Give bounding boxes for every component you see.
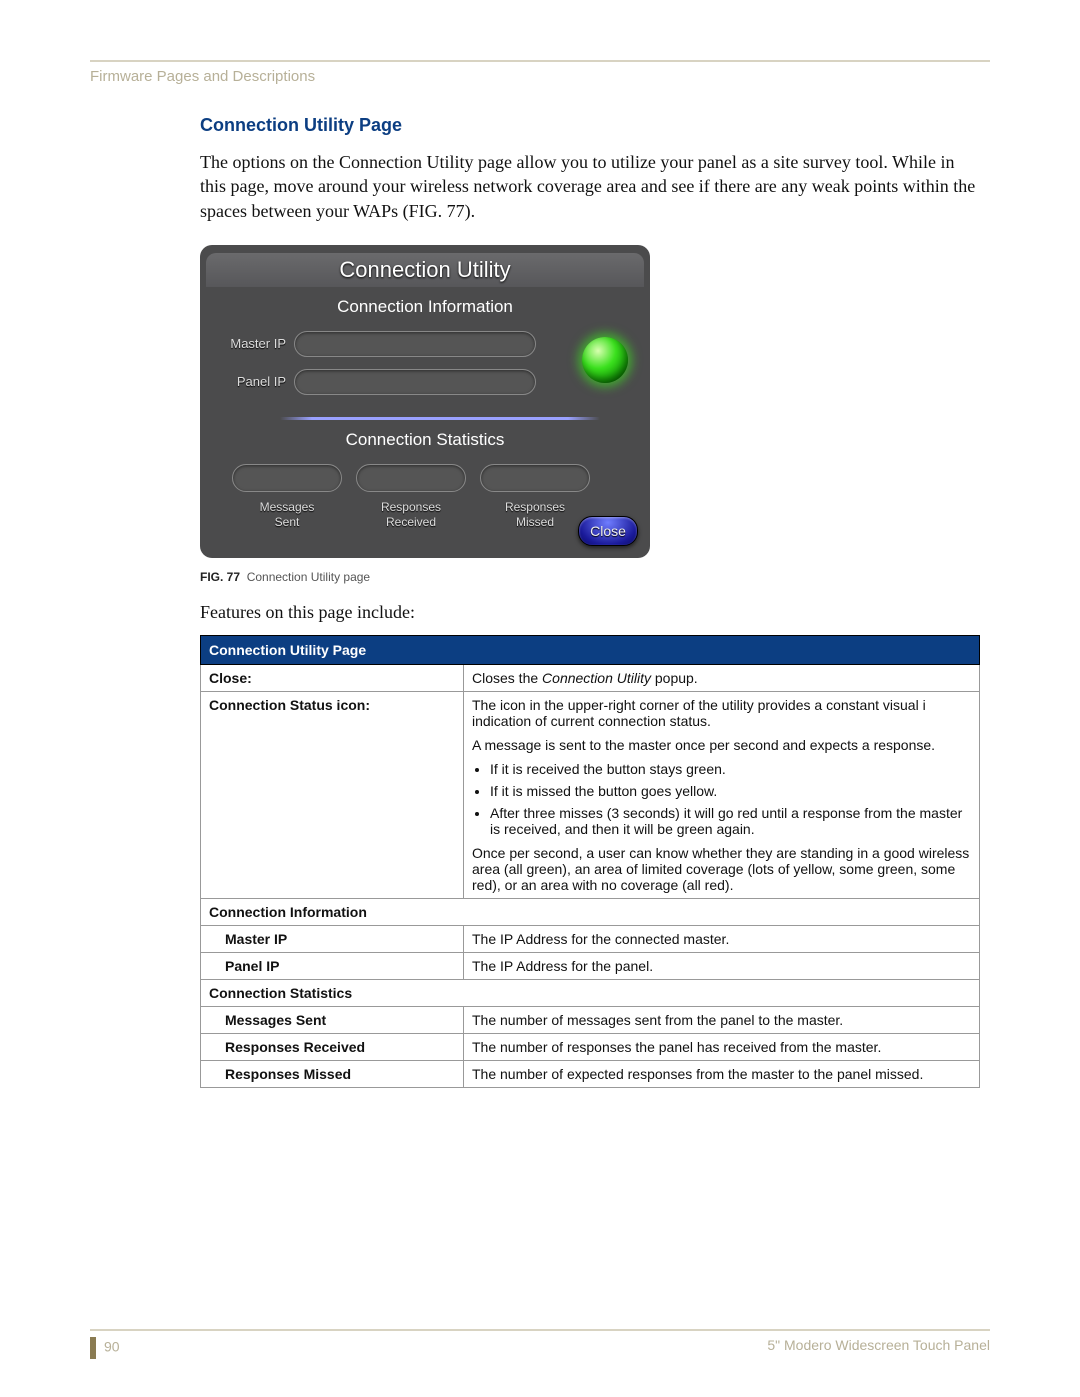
figure-number: FIG. 77 (200, 570, 240, 584)
status-led-icon (582, 337, 628, 383)
footer-doc-title: 5" Modero Widescreen Touch Panel (767, 1337, 990, 1359)
table-row: Connection Statistics (201, 979, 980, 1006)
figure-caption-text: Connection Utility page (247, 570, 370, 584)
panel-ip-label: Panel IP (214, 374, 294, 389)
responses-received-field (356, 464, 466, 492)
spec-table: Connection Utility Page Close: Closes th… (200, 635, 980, 1088)
status-icon-label: Connection Status icon: (201, 691, 464, 898)
master-ip-row-desc: The IP Address for the connected master. (464, 925, 980, 952)
master-ip-label: Master IP (214, 336, 294, 351)
page-number: 90 (90, 1337, 120, 1359)
intro-paragraph: The options on the Connection Utility pa… (200, 150, 980, 223)
figure-caption: FIG. 77 Connection Utility page (200, 570, 980, 584)
table-row: Responses Missed The number of expected … (201, 1060, 980, 1087)
responses-received-row-desc: The number of responses the panel has re… (464, 1033, 980, 1060)
master-ip-row-label: Master IP (201, 925, 464, 952)
status-icon-desc: The icon in the upper-right corner of th… (464, 691, 980, 898)
responses-received-row-label: Responses Received (201, 1033, 464, 1060)
responses-received-label: Responses Received (356, 500, 466, 530)
conn-info-section: Connection Information (201, 898, 980, 925)
responses-missed-field (480, 464, 590, 492)
panel-ip-row-desc: The IP Address for the panel. (464, 952, 980, 979)
responses-missed-label: Responses Missed (480, 500, 590, 530)
messages-sent-label: Messages Sent (232, 500, 342, 530)
panel-stats-heading: Connection Statistics (200, 430, 650, 450)
table-row: Messages Sent The number of messages sen… (201, 1006, 980, 1033)
table-row: Connection Status icon: The icon in the … (201, 691, 980, 898)
breadcrumb: Firmware Pages and Descriptions (90, 68, 990, 85)
table-row: Connection Information (201, 898, 980, 925)
messages-sent-row-desc: The number of messages sent from the pan… (464, 1006, 980, 1033)
divider (280, 417, 600, 420)
connection-utility-panel: Connection Utility Connection Informatio… (200, 245, 650, 558)
table-row: Close: Closes the Connection Utility pop… (201, 664, 980, 691)
messages-sent-row-label: Messages Sent (201, 1006, 464, 1033)
table-header: Connection Utility Page (201, 635, 980, 664)
table-row: Responses Received The number of respons… (201, 1033, 980, 1060)
panel-ip-row-label: Panel IP (201, 952, 464, 979)
table-row: Master IP The IP Address for the connect… (201, 925, 980, 952)
panel-ip-field[interactable] (294, 369, 536, 395)
close-desc: Closes the Connection Utility popup. (464, 664, 980, 691)
close-label: Close: (201, 664, 464, 691)
features-intro: Features on this page include: (200, 602, 980, 623)
close-button[interactable]: Close (578, 516, 638, 546)
conn-stats-section: Connection Statistics (201, 979, 980, 1006)
responses-missed-row-label: Responses Missed (201, 1060, 464, 1087)
panel-title: Connection Utility (206, 253, 644, 287)
responses-missed-row-desc: The number of expected responses from th… (464, 1060, 980, 1087)
section-title: Connection Utility Page (200, 115, 980, 136)
table-row: Panel IP The IP Address for the panel. (201, 952, 980, 979)
messages-sent-field (232, 464, 342, 492)
master-ip-field[interactable] (294, 331, 536, 357)
panel-info-heading: Connection Information (200, 297, 650, 317)
